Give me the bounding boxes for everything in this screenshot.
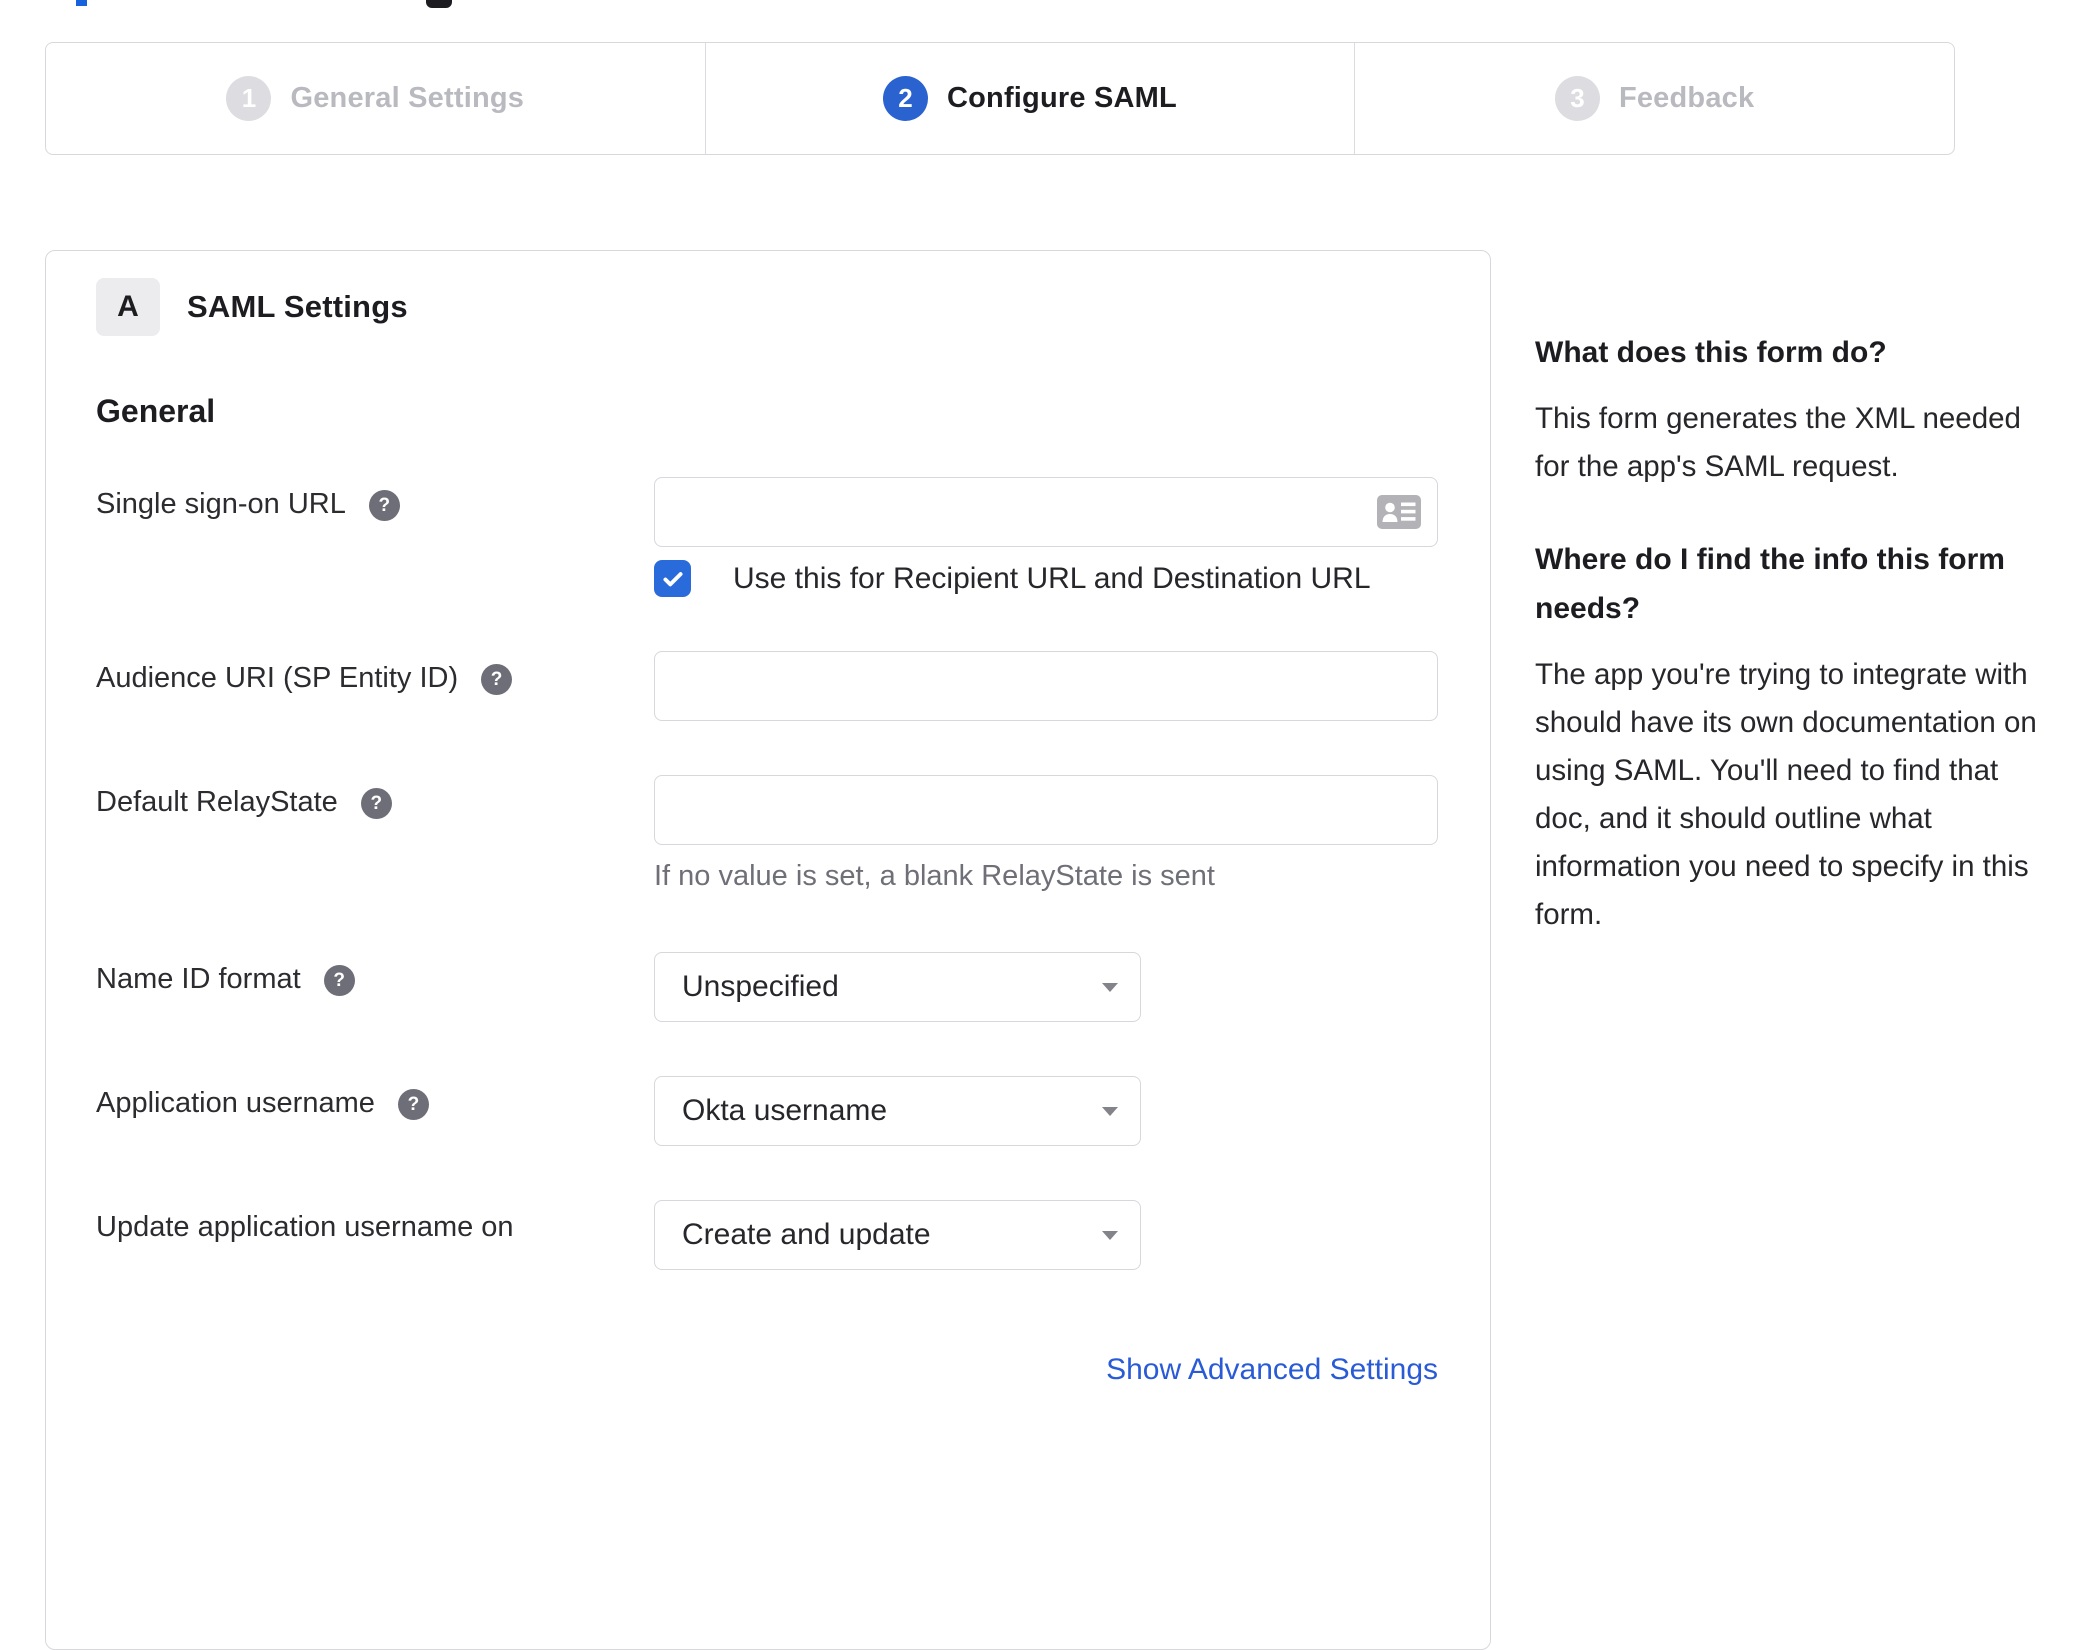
step-number-badge: 2: [882, 76, 928, 121]
wizard-stepper: 1 General Settings 2 Configure SAML 3 Fe…: [45, 42, 1955, 155]
select-value: Okta username: [682, 1094, 888, 1127]
clipped-header-fragment: [426, 0, 452, 8]
group-heading-general: General: [96, 393, 216, 429]
field-label-text: Default RelayState: [96, 786, 338, 818]
help-body: This form generates the XML needed for t…: [1535, 402, 2021, 483]
field-label: Application username ?: [96, 1076, 654, 1120]
section-letter-badge: A: [96, 278, 160, 336]
field-row-application-username: Application username ? Okta username: [96, 1076, 1438, 1146]
field-row-name-id-format: Name ID format ? Unspecified: [96, 952, 1438, 1022]
field-row-audience-uri: Audience URI (SP Entity ID) ?: [96, 651, 1438, 721]
chevron-down-icon: [1102, 983, 1118, 992]
step-number-badge: 1: [226, 76, 272, 121]
relaystate-hint-text: If no value is set, a blank RelayState i…: [654, 860, 1215, 892]
help-body: The app you're trying to integrate with …: [1535, 658, 2037, 931]
help-section-where: Where do I find the info this form needs…: [1535, 535, 2040, 939]
step-label: Feedback: [1618, 82, 1755, 114]
field-label: Name ID format ?: [96, 952, 654, 996]
field-label: Update application username on: [96, 1200, 654, 1244]
help-heading: What does this form do?: [1535, 336, 1887, 369]
recipient-url-checkbox[interactable]: [654, 560, 691, 597]
field-label-text: Audience URI (SP Entity ID): [96, 662, 459, 694]
field-label-text: Application username: [96, 1087, 375, 1119]
help-icon[interactable]: ?: [481, 664, 513, 695]
help-icon[interactable]: ?: [397, 1089, 429, 1120]
select-value: Create and update: [682, 1218, 931, 1251]
field-row-default-relaystate: Default RelayState ? If no value is set,…: [96, 775, 1438, 893]
select-value: Unspecified: [682, 970, 839, 1003]
field-label: Default RelayState ?: [96, 775, 654, 819]
application-username-select[interactable]: Okta username: [654, 1076, 1141, 1146]
recipient-url-checkbox-row: Use this for Recipient URL and Destinati…: [654, 560, 1438, 597]
section-header: A SAML Settings: [96, 278, 1438, 336]
field-label: Audience URI (SP Entity ID) ?: [96, 651, 654, 695]
update-username-on-select[interactable]: Create and update: [654, 1200, 1141, 1270]
field-label: Single sign-on URL ?: [96, 477, 654, 521]
section-title: SAML Settings: [187, 289, 408, 324]
default-relaystate-input[interactable]: [654, 775, 1438, 845]
help-section-what: What does this form do? This form genera…: [1535, 328, 2040, 491]
help-sidebar: What does this form do? This form genera…: [1535, 328, 2040, 939]
step-number-badge: 3: [1554, 76, 1600, 121]
clipped-header-fragment: [76, 0, 87, 6]
field-label-text: Name ID format: [96, 963, 301, 995]
contact-card-icon[interactable]: [1377, 495, 1421, 529]
step-configure-saml[interactable]: 2 Configure SAML: [704, 43, 1356, 154]
name-id-format-select[interactable]: Unspecified: [654, 952, 1141, 1022]
field-row-single-sign-on-url: Single sign-on URL ? Use this for Recipi…: [96, 477, 1438, 597]
audience-uri-input[interactable]: [654, 651, 1438, 721]
help-icon[interactable]: ?: [360, 788, 392, 819]
step-label: General Settings: [290, 82, 525, 114]
checkbox-label[interactable]: Use this for Recipient URL and Destinati…: [733, 562, 1371, 596]
saml-settings-panel: A SAML Settings General Single sign-on U…: [45, 250, 1491, 1650]
step-label: Configure SAML: [946, 82, 1177, 114]
help-icon[interactable]: ?: [323, 965, 355, 996]
single-sign-on-url-input[interactable]: [654, 477, 1438, 547]
field-label-text: Update application username on: [96, 1211, 514, 1243]
chevron-down-icon: [1102, 1231, 1118, 1240]
step-feedback[interactable]: 3 Feedback: [1355, 43, 1954, 154]
help-icon[interactable]: ?: [368, 490, 400, 521]
field-label-text: Single sign-on URL: [96, 488, 346, 520]
chevron-down-icon: [1102, 1107, 1118, 1116]
step-general-settings[interactable]: 1 General Settings: [46, 43, 705, 154]
field-row-update-application-username: Update application username on Create an…: [96, 1200, 1438, 1270]
show-advanced-settings-link[interactable]: Show Advanced Settings: [1106, 1353, 1438, 1387]
help-heading: Where do I find the info this form needs…: [1535, 543, 2005, 625]
